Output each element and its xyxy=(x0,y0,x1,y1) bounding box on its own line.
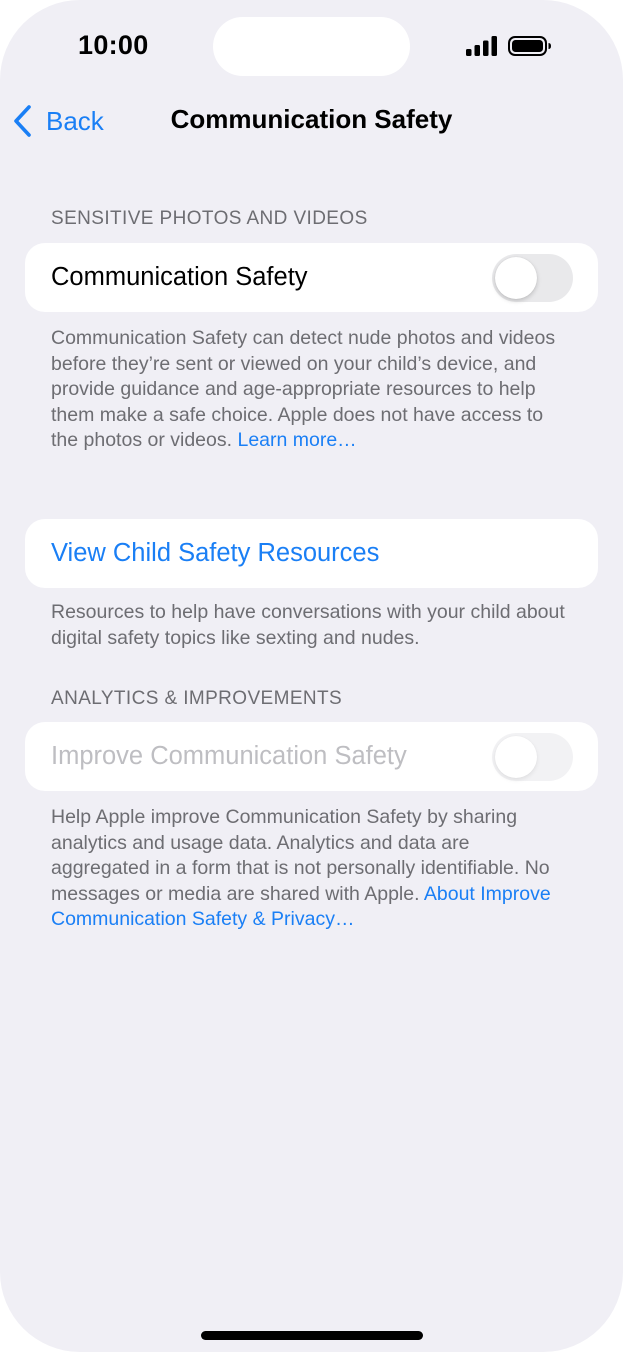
page-title: Communication Safety xyxy=(170,104,453,134)
improve-communication-safety-toggle[interactable] xyxy=(492,733,573,781)
toggle-knob xyxy=(495,736,537,778)
communication-safety-cell: Communication Safety xyxy=(25,243,598,312)
child-safety-resources-cell[interactable]: View Child Safety Resources xyxy=(25,519,598,588)
communication-safety-toggle[interactable] xyxy=(492,254,573,302)
status-time: 10:00 xyxy=(78,30,149,60)
home-indicator[interactable] xyxy=(201,1331,423,1340)
communication-safety-label: Communication Safety xyxy=(51,263,308,291)
battery-icon xyxy=(508,36,551,56)
communication-safety-footer: Communication Safety can detect nude pho… xyxy=(51,326,571,454)
toggle-knob xyxy=(495,257,537,299)
learn-more-link[interactable]: Learn more… xyxy=(237,429,356,451)
cellular-signal-icon xyxy=(466,36,497,56)
analytics-footer: Help Apple improve Communication Safety … xyxy=(51,805,571,933)
dynamic-island xyxy=(213,17,410,76)
section-header-sensitive: SENSITIVE PHOTOS AND VIDEOS xyxy=(51,208,368,229)
phone-screen: 10:00 Back Communication Safety SENSITIV… xyxy=(0,0,623,1352)
view-child-safety-resources-link[interactable]: View Child Safety Resources xyxy=(51,519,379,588)
resources-footer: Resources to help have conversations wit… xyxy=(51,601,565,649)
improve-communication-safety-label: Improve Communication Safety xyxy=(51,742,407,770)
section-header-analytics: ANALYTICS & IMPROVEMENTS xyxy=(51,688,343,709)
improve-communication-safety-cell: Improve Communication Safety xyxy=(25,722,598,791)
